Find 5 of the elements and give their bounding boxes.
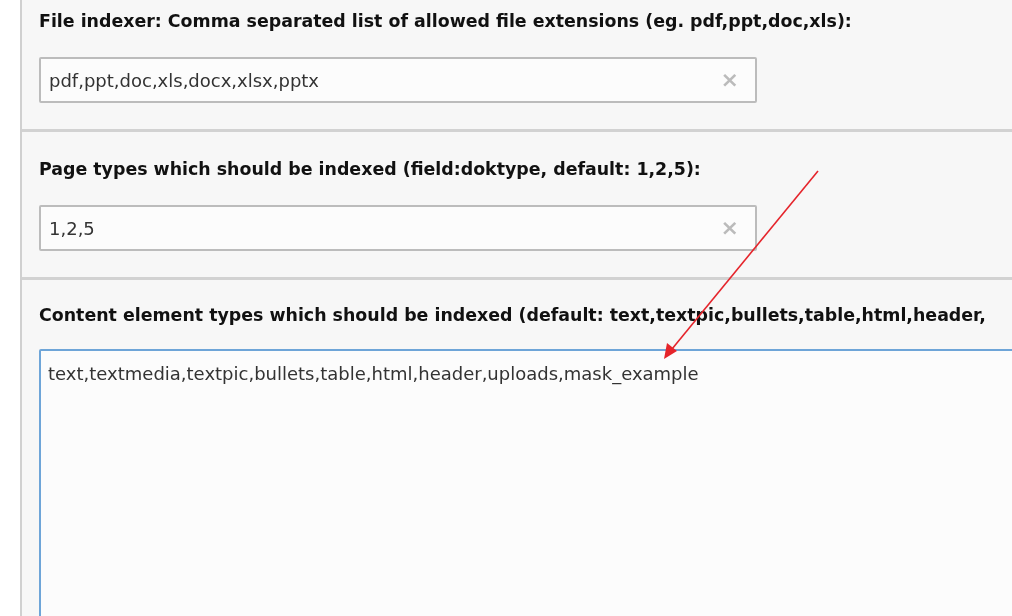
textarea-field[interactable]: text,textmedia,textpic,bullets,table,html,header,uploads,mask_example bbox=[39, 349, 1012, 616]
input-field[interactable]: pdf,ppt,doc,xls,docx,xlsx,pptx × bbox=[39, 57, 757, 103]
field-label: File indexer: Comma separated list of allowed file extensions (eg. pdf,ppt,doc,xls): bbox=[39, 11, 853, 33]
field-label: Page types which should be indexed (field:doktype, default: 1,2,5): bbox=[39, 159, 702, 181]
input-field[interactable]: 1,2,5 × bbox=[39, 205, 757, 251]
